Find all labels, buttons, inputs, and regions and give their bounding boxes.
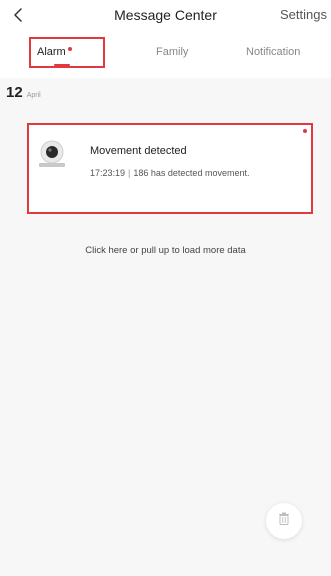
tab-alarm[interactable]: Alarm (29, 37, 107, 69)
unread-dot (303, 129, 307, 133)
tab-notification[interactable]: Notification (246, 46, 300, 58)
date-month: April (26, 92, 41, 99)
date-header: 12 April (6, 84, 41, 101)
active-tab-indicator (54, 64, 70, 66)
message-text: 186 has detected movement. (133, 168, 250, 178)
settings-button[interactable]: Settings (280, 7, 327, 22)
camera-icon (37, 139, 67, 169)
meta-separator: | (128, 168, 131, 178)
tab-alarm-label: Alarm (37, 46, 66, 58)
delete-button[interactable] (266, 503, 302, 539)
tab-bar: Alarm Family Notification (0, 36, 331, 78)
message-time: 17:23:19 (90, 168, 126, 178)
message-title: Movement detected (90, 145, 187, 157)
top-bar: Message Center Settings (0, 0, 331, 36)
trash-icon (278, 512, 290, 530)
unread-dot (68, 47, 72, 51)
message-card[interactable]: Movement detected 17:23:19 | 186 has detec… (27, 123, 313, 214)
load-more-link[interactable]: Click here or pull up to load more data (0, 245, 331, 256)
tab-family[interactable]: Family (156, 46, 188, 58)
message-meta: 17:23:19 | 186 has detected movement. (90, 168, 249, 178)
date-day: 12 (6, 84, 23, 101)
